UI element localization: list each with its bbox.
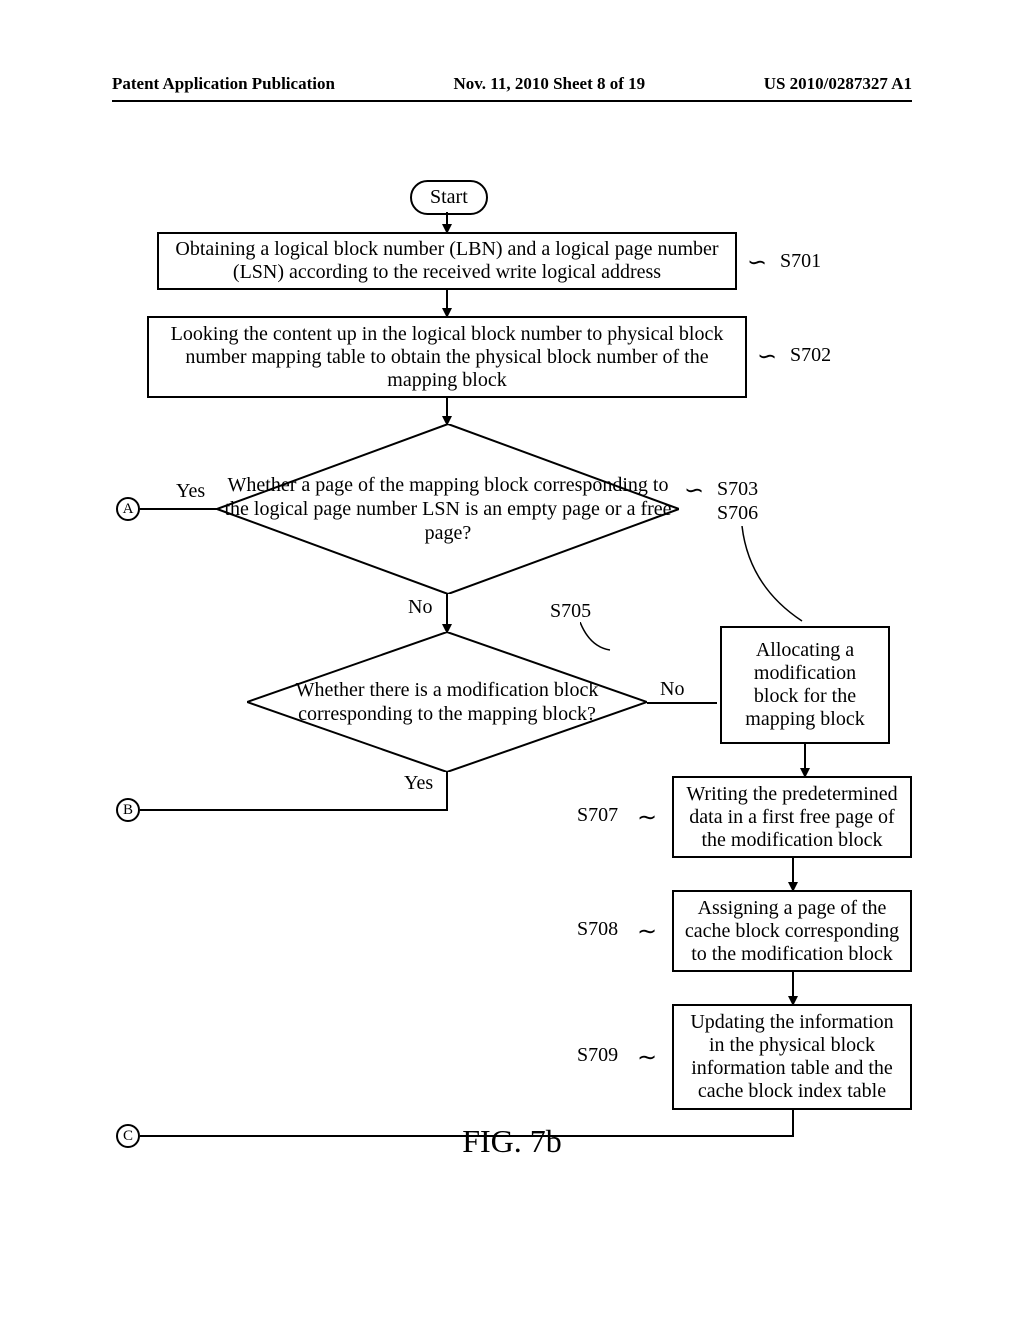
arrow-line [446,772,448,810]
connector-a: A [116,497,140,521]
yes-label-s705: Yes [404,772,433,795]
arrow-line [446,290,448,310]
arrow-line [647,702,717,704]
arrow-line [804,744,806,770]
figure-caption: FIG. 7b [112,1123,912,1160]
s708-label: S708 [577,918,618,941]
arrow-line [446,398,448,418]
s705-text: Whether there is a modification block co… [247,678,647,726]
tilde-icon: ∽ [757,342,777,371]
arrow-line [140,809,448,811]
connector-b-label: B [123,802,133,818]
header-left: Patent Application Publication [112,74,335,94]
s709-text: Updating the information in the physical… [684,1011,900,1103]
s708-text: Assigning a page of the cache block corr… [684,897,900,966]
s702-text: Looking the content up in the logical bl… [159,323,735,392]
page-header: Patent Application Publication Nov. 11, … [0,74,1024,94]
process-s706: Allocating a modification block for the … [720,626,890,744]
start-terminator: Start [410,180,488,215]
arrow-line [140,508,218,510]
arrow-line [446,594,448,626]
s706-label: S706 [717,502,758,525]
tilde-icon: ∽ [747,248,767,277]
header-divider [112,100,912,102]
s709-label: S709 [577,1044,618,1067]
process-s709: Updating the information in the physical… [672,1004,912,1110]
connector-b: B [116,798,140,822]
s703-label: S703 [717,478,758,501]
start-label: Start [430,186,468,208]
no-label-s705: No [660,678,684,701]
s705-label: S705 [550,600,591,623]
s701-text: Obtaining a logical block number (LBN) a… [169,238,725,284]
header-center: Nov. 11, 2010 Sheet 8 of 19 [453,74,645,94]
flowchart-diagram: Start Obtaining a logical block number (… [112,180,912,1180]
tilde-icon: ∽ [637,1043,657,1072]
header-right: US 2010/0287327 A1 [764,74,912,94]
s701-label: S701 [780,250,821,273]
decision-s705: Whether there is a modification block co… [247,632,647,772]
s702-label: S702 [790,344,831,367]
s707-text: Writing the predetermined data in a firs… [684,783,900,852]
tilde-icon: ∽ [637,803,657,832]
decision-s703: Whether a page of the mapping block corr… [217,424,679,594]
s707-label: S707 [577,804,618,827]
no-label: No [408,596,432,619]
curve-icon [737,526,807,626]
arrow-line [792,858,794,884]
tilde-icon: ∽ [637,917,657,946]
process-s701: Obtaining a logical block number (LBN) a… [157,232,737,290]
process-s707: Writing the predetermined data in a firs… [672,776,912,858]
s706-text: Allocating a modification block for the … [732,639,878,731]
connector-a-label: A [123,501,134,517]
s703-text: Whether a page of the mapping block corr… [217,473,679,545]
arrow-line [792,972,794,998]
tilde-icon: ∽ [684,476,704,505]
yes-label: Yes [176,480,205,503]
process-s708: Assigning a page of the cache block corr… [672,890,912,972]
process-s702: Looking the content up in the logical bl… [147,316,747,398]
